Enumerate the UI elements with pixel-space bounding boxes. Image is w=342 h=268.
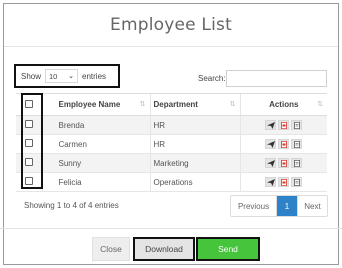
close-button[interactable]: Close xyxy=(92,237,130,261)
row-checkbox-cell xyxy=(16,115,42,135)
entries-select-value: 10 xyxy=(49,71,58,81)
search-input[interactable] xyxy=(226,70,327,87)
employee-table: Employee Name ⇅ Department ⇅ Actions ⇅ B… xyxy=(16,93,327,192)
footer-divider xyxy=(0,228,342,229)
name-header-label: Employee Name xyxy=(58,100,121,109)
actions-cell xyxy=(239,153,327,173)
row-checkbox[interactable] xyxy=(24,158,33,166)
send-button[interactable] xyxy=(265,120,277,130)
modal-title: Employee List xyxy=(110,15,232,35)
pdf-button[interactable] xyxy=(278,177,290,187)
select-all-checkbox[interactable] xyxy=(24,99,33,108)
table-row: Carmen HR xyxy=(16,134,327,154)
pdf-button[interactable] xyxy=(278,139,290,149)
search-label: Search: xyxy=(198,74,226,83)
send-button[interactable] xyxy=(265,177,277,187)
show-label: Show xyxy=(21,71,42,81)
table-body: Brenda HR Carmen HR Sunny Marketing Felicia Ope… xyxy=(16,115,327,192)
download-button[interactable]: Download xyxy=(133,237,195,261)
actions-column-header: Actions ⇅ xyxy=(239,93,327,116)
page-1-button[interactable]: 1 xyxy=(277,196,297,216)
document-button[interactable] xyxy=(291,120,303,130)
sort-icon: ⇅ xyxy=(229,101,236,108)
department-cell: HR xyxy=(149,134,240,154)
table-header-row: Employee Name ⇅ Department ⇅ Actions ⇅ xyxy=(16,93,327,116)
table-row: Sunny Marketing xyxy=(16,153,327,173)
table-info: Showing 1 to 4 of 4 entries xyxy=(24,201,119,210)
department-cell: Marketing xyxy=(149,153,240,173)
pagination: Previous 1 Next xyxy=(230,195,328,217)
department-column-header[interactable]: Department ⇅ xyxy=(149,93,240,116)
row-checkbox-cell xyxy=(16,153,42,173)
name-column-header[interactable]: Employee Name ⇅ xyxy=(41,93,150,116)
document-button[interactable] xyxy=(291,158,303,168)
row-checkbox[interactable] xyxy=(24,120,33,128)
document-button[interactable] xyxy=(291,177,303,187)
employee-name-cell: Sunny xyxy=(41,153,150,173)
employee-name-cell: Felicia xyxy=(41,172,150,192)
actions-cell xyxy=(239,172,327,192)
header-divider xyxy=(4,46,338,47)
table-row: Felicia Operations xyxy=(16,172,327,192)
actions-cell xyxy=(239,115,327,135)
entries-label: entries xyxy=(82,71,107,81)
sort-icon: ⇅ xyxy=(317,101,323,108)
department-header-label: Department xyxy=(153,100,198,109)
row-checkbox[interactable] xyxy=(24,139,33,147)
document-button[interactable] xyxy=(291,139,303,149)
pdf-button[interactable] xyxy=(278,120,290,130)
pdf-button[interactable] xyxy=(278,158,290,168)
row-checkbox[interactable] xyxy=(24,177,33,185)
entries-select[interactable]: 10 ⌄ xyxy=(45,69,79,83)
chevron-down-icon: ⌄ xyxy=(68,73,75,80)
send-button[interactable] xyxy=(265,139,277,149)
actions-header-label: Actions xyxy=(269,100,299,109)
length-control: Show 10 ⌄ entries xyxy=(14,64,120,88)
department-cell: Operations xyxy=(149,172,240,192)
employee-name-cell: Carmen xyxy=(41,134,150,154)
send-button[interactable] xyxy=(265,158,277,168)
sort-icon: ⇅ xyxy=(139,101,146,108)
table-row: Brenda HR xyxy=(16,115,327,135)
actions-cell xyxy=(239,134,327,154)
next-page-button[interactable]: Next xyxy=(297,196,327,216)
department-cell: HR xyxy=(149,115,240,135)
row-checkbox-cell xyxy=(16,134,42,154)
employee-name-cell: Brenda xyxy=(41,115,150,135)
send-button[interactable]: Send xyxy=(196,237,260,261)
previous-page-button[interactable]: Previous xyxy=(231,196,277,216)
select-all-cell xyxy=(16,93,42,116)
row-checkbox-cell xyxy=(16,172,42,192)
